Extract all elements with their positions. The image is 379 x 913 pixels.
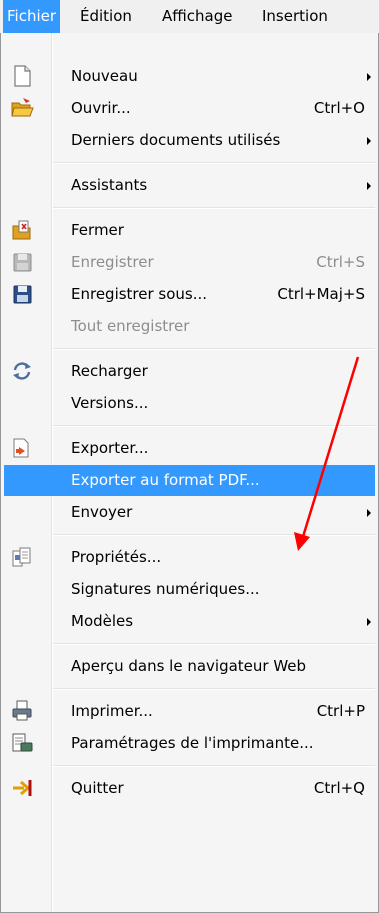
menu-item-parametrages-imprimante[interactable]: Paramétrages de l'imprimante... [4,728,375,759]
menu-item-quitter[interactable]: Quitter Ctrl+Q [4,773,375,804]
menu-item-label: Signatures numériques... [71,580,260,598]
menu-separator [53,688,375,690]
printer-settings-icon [12,733,33,752]
close-document-icon [12,220,31,240]
menu-item-label: Propriétés... [71,548,162,566]
menu-separator [53,207,375,209]
menu-item-proprietes[interactable]: Propriétés... [4,542,375,573]
menu-item-nouveau[interactable]: Nouveau [4,61,375,92]
menu-item-enregistrer-sous[interactable]: Enregistrer sous... Ctrl+Maj+S [4,279,375,310]
menu-item-shortcut: Ctrl+O [313,99,365,117]
menu-item-signatures[interactable]: Signatures numériques... [4,574,375,605]
menu-item-label: Aperçu dans le navigateur Web [71,657,307,675]
menu-separator [53,534,375,536]
menubar-edition[interactable]: Édition [76,0,136,33]
menu-item-label: Paramétrages de l'imprimante... [71,734,314,752]
menu-item-label: Fermer [71,221,124,239]
fichier-dropdown-menu: Nouveau Ouvrir... Ctrl+O Derniers docume… [0,33,379,913]
menu-item-label: Nouveau [71,67,138,85]
menu-item-label: Recharger [71,362,148,380]
menu-item-label: Ouvrir... [71,99,131,117]
menu-separator [53,643,375,645]
menu-item-assistants[interactable]: Assistants [4,170,375,201]
menu-item-label: Quitter [71,779,124,797]
menu-item-fermer[interactable]: Fermer [4,215,375,246]
menubar-fichier[interactable]: Fichier [3,0,61,33]
submenu-arrow-icon [367,509,371,517]
menu-item-derniers-documents[interactable]: Derniers documents utilisés [4,125,375,156]
menubar-insertion[interactable]: Insertion [258,0,332,33]
menu-item-shortcut: Ctrl+S [316,253,365,271]
properties-icon [12,547,31,567]
menu-item-apercu-navigateur[interactable]: Aperçu dans le navigateur Web [4,651,375,682]
menu-item-label: Imprimer... [71,702,153,720]
menu-item-label: Exporter... [71,439,149,457]
menu-item-exporter[interactable]: Exporter... [4,433,375,464]
menu-separator [53,348,375,350]
reload-icon [13,362,31,380]
menu-item-shortcut: Ctrl+Q [313,779,365,797]
menu-item-imprimer[interactable]: Imprimer... Ctrl+P [4,696,375,727]
menu-separator [53,425,375,427]
menubar-affichage[interactable]: Affichage [158,0,236,33]
save-icon [13,253,32,272]
menu-item-label: Enregistrer sous... [71,285,208,303]
menu-bar: Fichier Édition Affichage Insertion [0,0,379,34]
menu-item-shortcut: Ctrl+P [316,702,365,720]
menu-item-shortcut: Ctrl+Maj+S [277,285,365,303]
menu-item-tout-enregistrer[interactable]: Tout enregistrer [4,311,375,342]
menu-item-exporter-pdf[interactable]: Exporter au format PDF... [4,465,375,496]
menu-item-recharger[interactable]: Recharger [4,356,375,387]
menu-item-label: Assistants [71,176,148,194]
submenu-arrow-icon [367,137,371,145]
printer-icon [12,700,32,721]
menu-separator [53,765,375,767]
open-folder-icon [11,98,34,117]
save-as-icon [13,285,32,304]
menu-item-label: Tout enregistrer [71,317,190,335]
menu-item-label: Modèles [71,612,134,630]
menu-item-envoyer[interactable]: Envoyer [4,497,375,528]
menu-item-label: Exporter au format PDF... [71,471,260,489]
menu-item-modeles[interactable]: Modèles [4,606,375,637]
menu-item-label: Derniers documents utilisés [71,131,281,149]
exit-icon [13,780,32,796]
new-document-icon [14,65,31,87]
submenu-arrow-icon [367,182,371,190]
menu-separator [53,162,375,164]
submenu-arrow-icon [367,618,371,626]
export-icon [13,438,29,458]
menu-item-label: Envoyer [71,503,133,521]
submenu-arrow-icon [367,73,371,81]
menu-item-label: Enregistrer [71,253,154,271]
menu-item-versions[interactable]: Versions... [4,388,375,419]
menu-item-label: Versions... [71,394,149,412]
menu-item-enregistrer[interactable]: Enregistrer Ctrl+S [4,247,375,278]
menu-item-ouvrir[interactable]: Ouvrir... Ctrl+O [4,93,375,124]
